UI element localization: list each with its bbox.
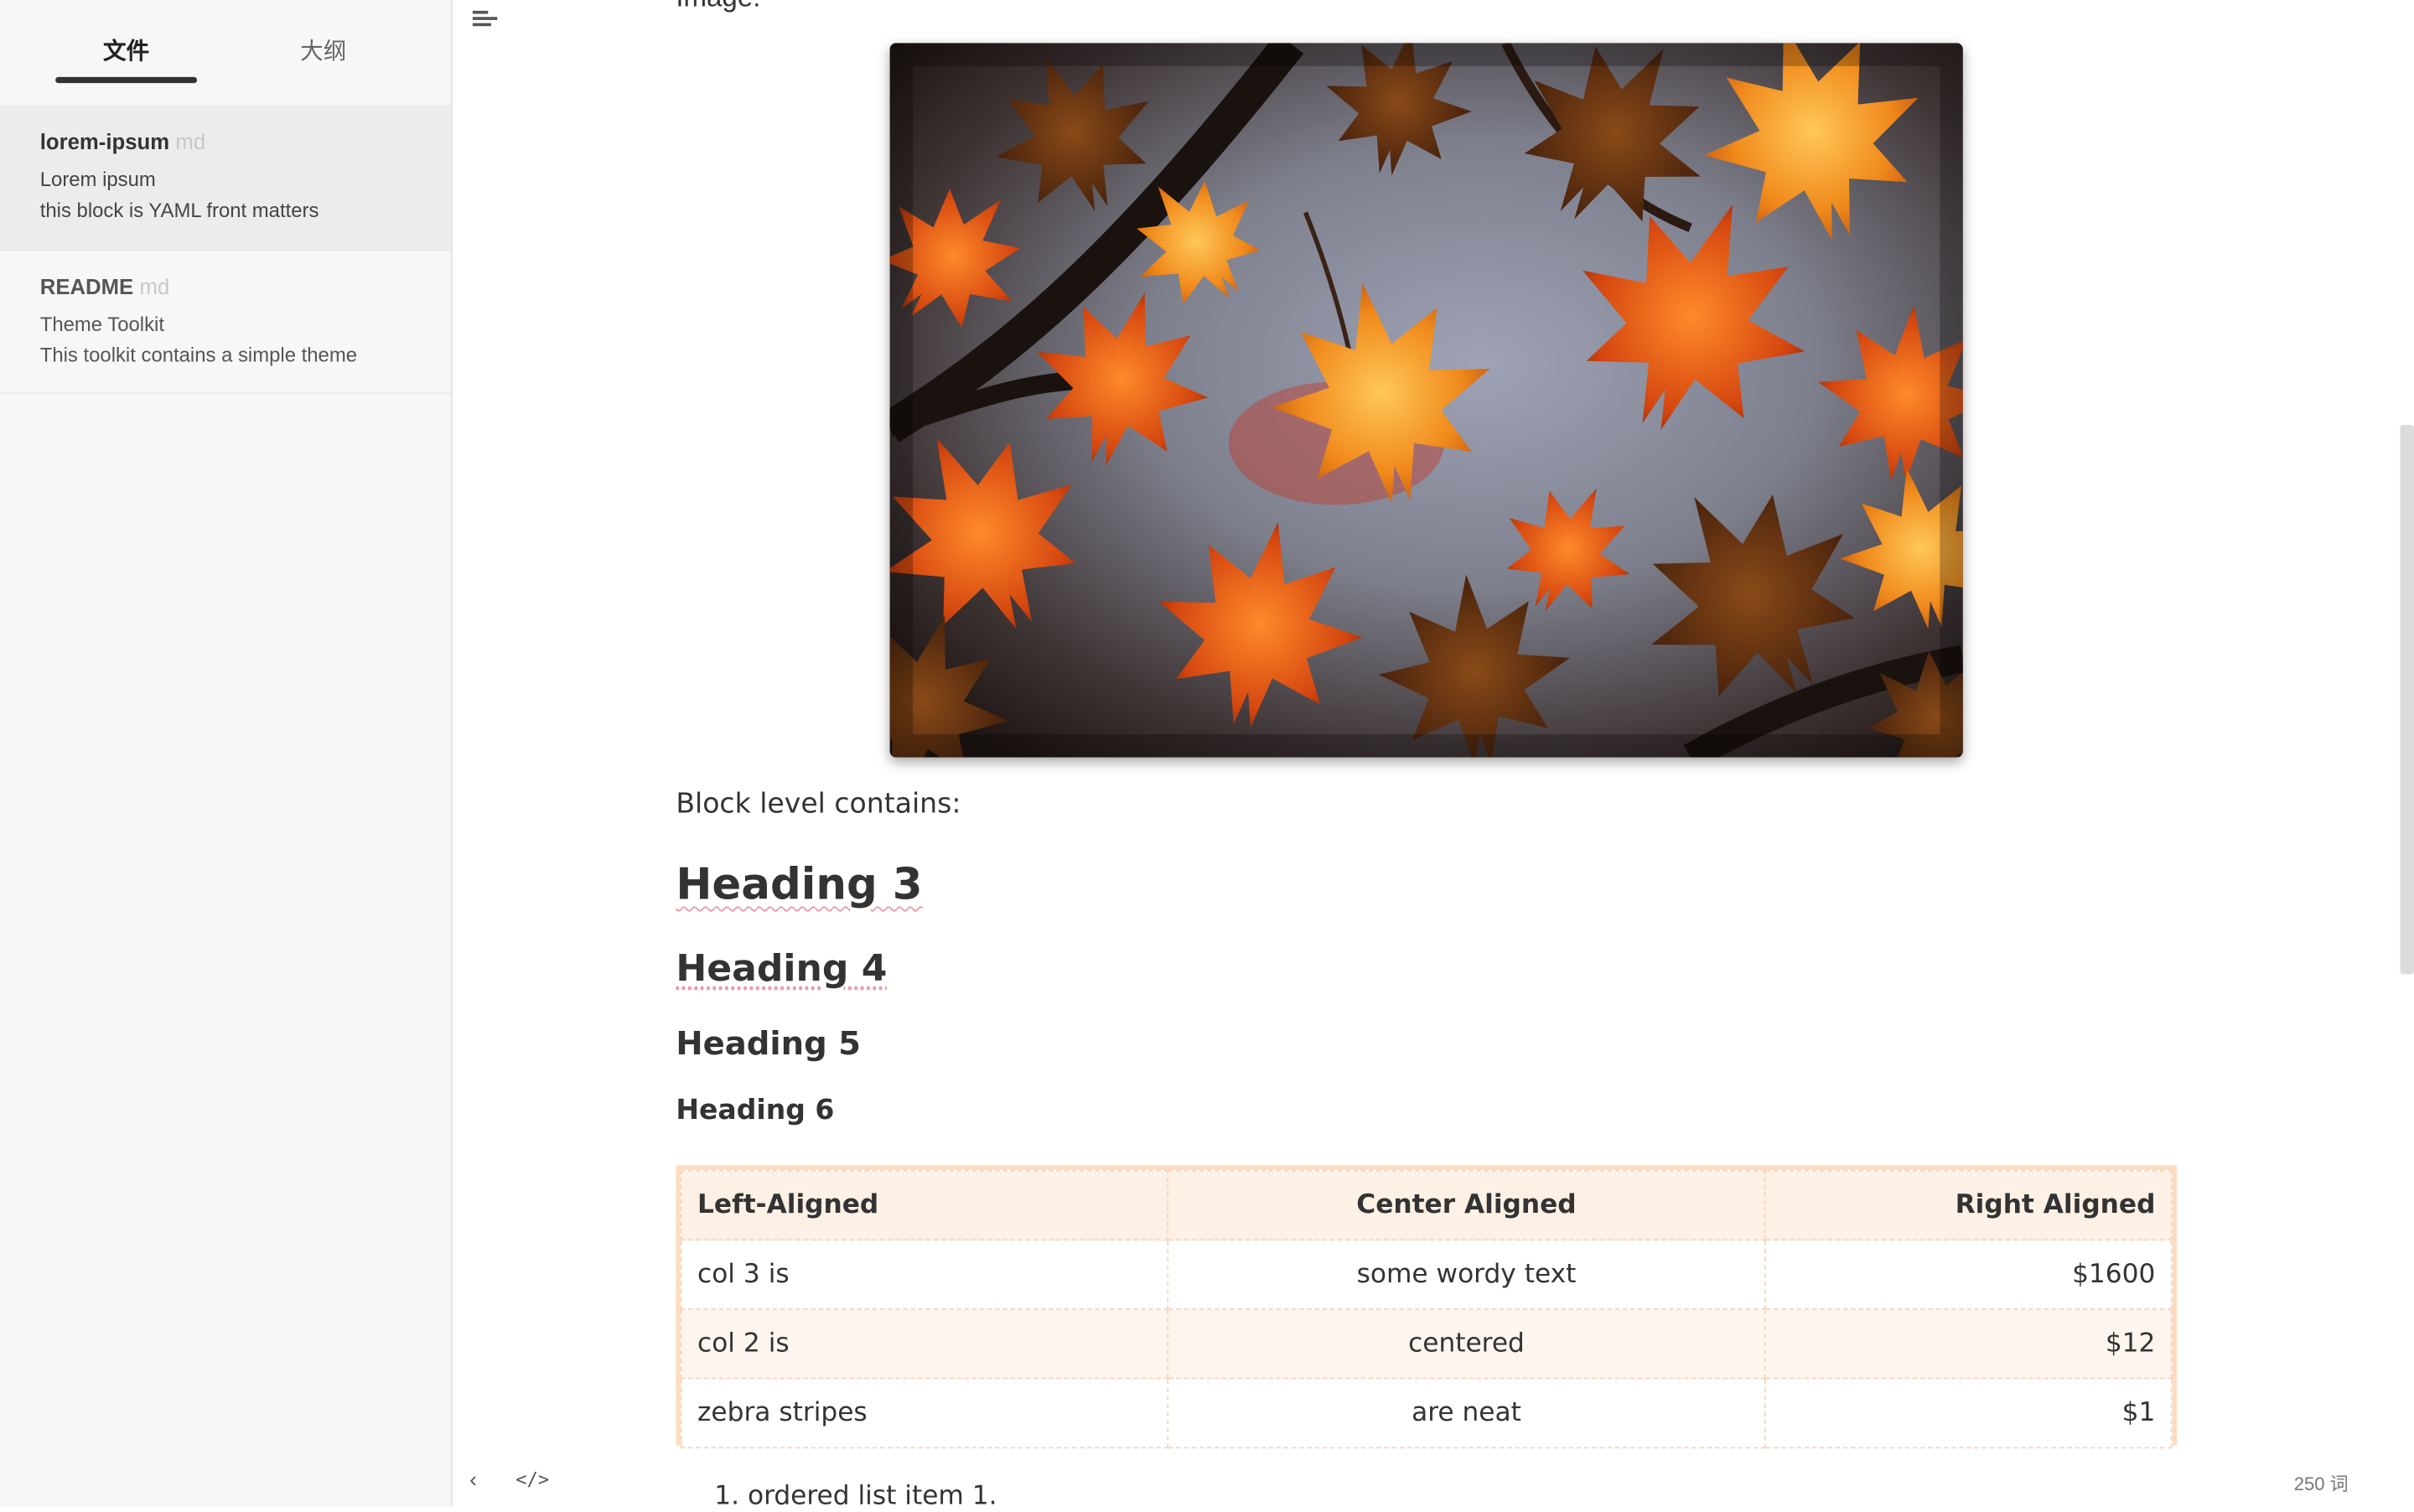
table-header-cell: Left-Aligned [680, 1169, 1169, 1241]
table-row: col 3 is some wordy text $1600 [680, 1239, 2173, 1310]
tab-outline[interactable]: 大纲 [300, 34, 346, 66]
code-icon[interactable]: </> [515, 1468, 549, 1490]
table-cell: col 2 is [680, 1308, 1169, 1380]
table-cell: col 3 is [680, 1239, 1169, 1310]
heading-4: Heading 4 [676, 946, 888, 990]
heading-3: Heading 3 [676, 858, 923, 910]
table-header-cell: Center Aligned [1167, 1169, 1766, 1241]
table-cell: zebra stripes [680, 1377, 1169, 1449]
file-name-text: lorem-ipsum [39, 129, 170, 154]
table-row: zebra stripes are neat $1 [680, 1377, 2173, 1449]
markdown-table: Left-Aligned Center Aligned Right Aligne… [676, 1165, 2178, 1449]
heading-6: Heading 6 [676, 1094, 835, 1127]
autumn-leaves-image [889, 43, 1963, 758]
file-preview-line-2: this block is YAML front matters [39, 198, 319, 222]
file-preview-line-1: Theme Toolkit [39, 312, 164, 336]
file-extension: md [175, 129, 206, 154]
table-cell: $1600 [1764, 1239, 2173, 1310]
table-cell: some wordy text [1167, 1239, 1766, 1310]
table-cell: centered [1167, 1308, 1766, 1380]
file-extension: md [139, 273, 170, 299]
table-row: col 2 is centered $12 [680, 1308, 2173, 1380]
file-name: README md [40, 274, 170, 298]
file-item-readme[interactable]: README md Theme Toolkit This toolkit cont… [0, 250, 452, 395]
image-label: Image: [676, 0, 760, 14]
scrollbar-thumb[interactable] [2400, 424, 2414, 975]
file-preview-line-2: This toolkit contains a simple theme [39, 343, 358, 367]
chevron-left-icon[interactable]: ‹ [469, 1467, 477, 1491]
block-level-paragraph: Block level contains: [676, 788, 961, 821]
table-header-cell: Right Aligned [1764, 1169, 2173, 1241]
file-item-lorem-ipsum[interactable]: lorem-ipsum md Lorem ipsum this block is … [0, 104, 452, 251]
tab-files[interactable]: 文件 [103, 34, 149, 66]
sidebar-tabs: 文件 大纲 [0, 0, 451, 105]
word-count[interactable]: 250 词 [2294, 1470, 2349, 1496]
table-cell: $1 [1764, 1377, 2173, 1449]
table-cell: $12 [1764, 1308, 2173, 1380]
active-tab-indicator [55, 76, 198, 84]
outline-toggle-icon[interactable] [472, 8, 498, 29]
heading-5: Heading 5 [676, 1025, 861, 1063]
file-name-text: README [39, 273, 134, 299]
sidebar: 文件 大纲 lorem-ipsum md Lorem ipsum this blo… [0, 0, 453, 1507]
file-name: lorem-ipsum md [40, 129, 205, 153]
file-preview-line-1: Lorem ipsum [39, 168, 156, 191]
table-cell: are neat [1167, 1377, 1766, 1449]
